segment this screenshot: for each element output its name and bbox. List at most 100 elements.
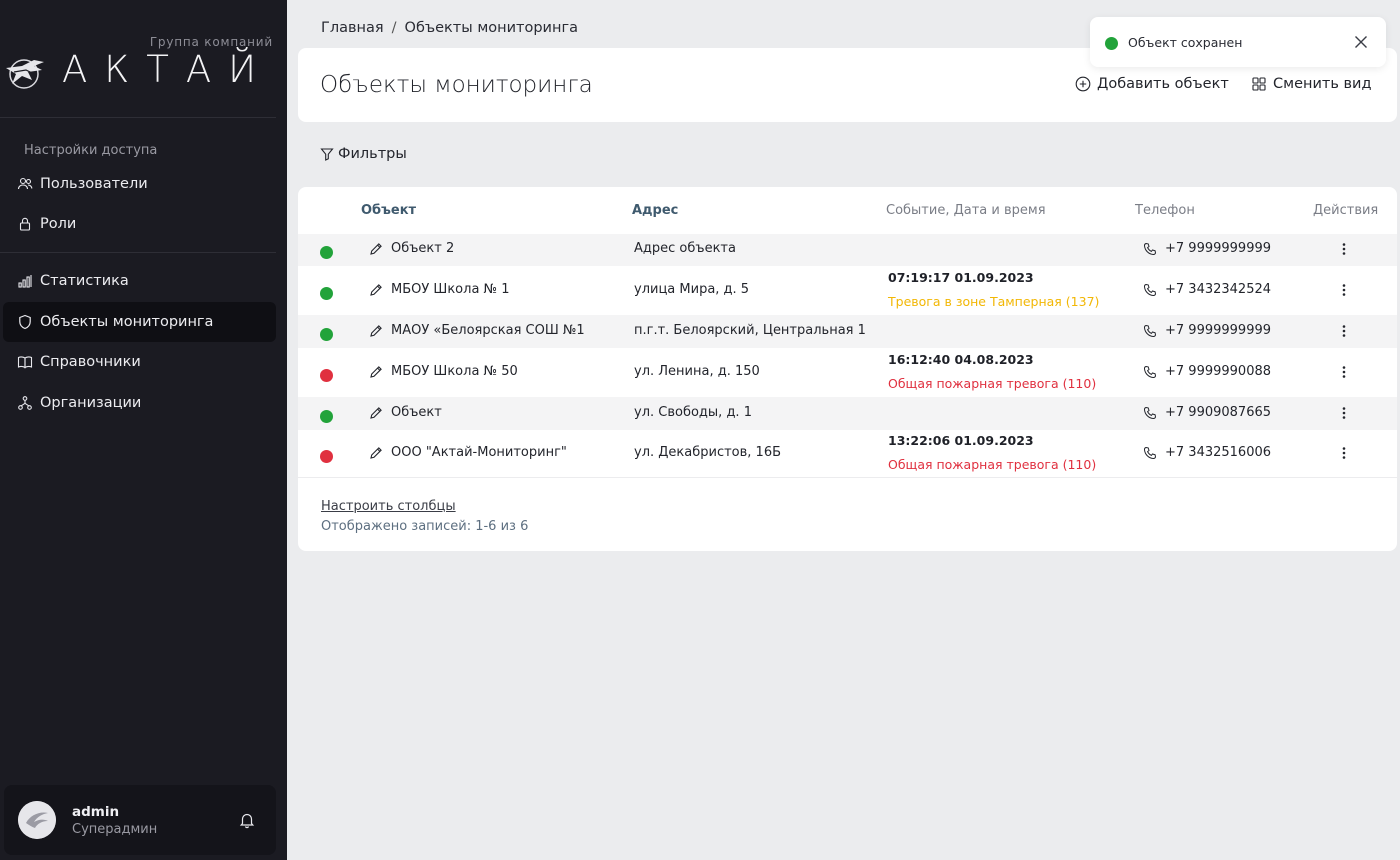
- shield-icon: [19, 314, 31, 330]
- bell-icon[interactable]: [238, 811, 256, 829]
- bar-chart-icon: [18, 275, 32, 288]
- object-name: ООО "Актай-Мониторинг": [391, 444, 567, 460]
- sidebar-item-label: Статистика: [40, 273, 129, 289]
- user-profile[interactable]: admin Суперадмин: [4, 785, 276, 855]
- avatar[interactable]: [18, 801, 56, 839]
- event-description: Общая пожарная тревога (110): [888, 376, 1097, 391]
- breadcrumb-separator: /: [391, 20, 397, 36]
- change-view-button[interactable]: Сменить вид: [1251, 76, 1371, 92]
- filter-icon: [320, 148, 334, 161]
- object-address: ул. Свободы, д. 1: [634, 404, 752, 420]
- eagle-logo-icon: [6, 59, 44, 89]
- table-row[interactable]: ООО "Актай-Мониторинг" ул. Декабристов, 1…: [298, 429, 1397, 478]
- object-name: Объект 2: [391, 241, 455, 256]
- logo-name: АКТАЙ: [62, 48, 274, 91]
- object-address: ул. Ленина, д. 150: [634, 363, 760, 379]
- breadcrumb: Главная / Объекты мониторинга: [321, 20, 578, 36]
- sidebar-item-label: Справочники: [40, 354, 141, 370]
- sidebar-item-statistics[interactable]: Статистика: [3, 261, 276, 301]
- avatar-logo-icon: [18, 801, 56, 839]
- success-status-dot: [1105, 37, 1118, 50]
- phone-icon: [1143, 324, 1157, 337]
- column-header-event[interactable]: Событие, Дата и время: [886, 203, 1046, 218]
- more-actions-icon[interactable]: [1338, 324, 1350, 338]
- object-address: Адрес объекта: [634, 241, 736, 256]
- org-tree-icon: [18, 396, 32, 410]
- status-dot: [320, 409, 333, 423]
- event-description: Общая пожарная тревога (110): [888, 457, 1097, 472]
- sidebar-item-label: Роли: [40, 216, 77, 232]
- sidebar-item-references[interactable]: Справочники: [3, 342, 276, 382]
- more-actions-icon[interactable]: [1338, 406, 1350, 420]
- column-header-address[interactable]: Адрес: [632, 203, 678, 218]
- edit-pencil-icon[interactable]: [369, 283, 383, 297]
- company-logo[interactable]: Группа компаний АКТАЙ: [0, 30, 287, 100]
- breadcrumb-current: Объекты мониторинга: [404, 20, 578, 36]
- column-header-phone[interactable]: Телефон: [1135, 203, 1195, 218]
- user-name: admin: [72, 804, 120, 820]
- more-actions-icon[interactable]: [1338, 242, 1350, 256]
- sidebar-item-label: Пользователи: [40, 176, 148, 192]
- configure-columns-link[interactable]: Настроить столбцы: [321, 499, 456, 514]
- book-icon: [17, 356, 33, 369]
- page-title: Объекты мониторинга: [320, 72, 593, 98]
- event-description: Тревога в зоне Тамперная (137): [888, 294, 1100, 309]
- object-phone: +7 3432342524: [1165, 281, 1272, 297]
- plus-circle-icon: [1075, 76, 1091, 92]
- sidebar-section-title: Настройки доступа: [24, 143, 158, 158]
- object-address: ул. Декабристов, 16Б: [634, 444, 782, 460]
- phone-icon: [1143, 365, 1157, 378]
- object-name: МБОУ Школа № 1: [391, 281, 510, 297]
- status-dot: [320, 286, 333, 300]
- grid-view-icon: [1252, 77, 1266, 91]
- event-datetime: 07:19:17 01.09.2023: [888, 270, 1034, 285]
- object-name: МАОУ «Белоярская СОШ №1: [391, 322, 585, 338]
- object-phone: +7 9999999999: [1165, 322, 1272, 338]
- status-dot: [320, 327, 333, 341]
- status-dot: [320, 246, 333, 259]
- status-dot: [320, 449, 333, 463]
- event-datetime: 13:22:06 01.09.2023: [888, 433, 1034, 448]
- phone-icon: [1143, 283, 1157, 296]
- phone-icon: [1143, 406, 1157, 419]
- table-row[interactable]: МБОУ Школа № 50 ул. Ленина, д. 150 16:12:4…: [298, 348, 1397, 397]
- sidebar-divider: [0, 252, 276, 253]
- table-row[interactable]: Объект 2 Адрес объекта +7 9999999999: [298, 234, 1397, 266]
- records-info: Отображено записей: 1-6 из 6: [321, 519, 529, 534]
- add-object-label: Добавить объект: [1097, 76, 1229, 92]
- column-header-object[interactable]: Объект: [361, 203, 416, 218]
- phone-icon: [1143, 446, 1157, 459]
- logo-subtitle: Группа компаний: [149, 35, 273, 49]
- table-row[interactable]: МАОУ «Белоярская СОШ №1 п.г.т. Белоярский…: [298, 315, 1397, 348]
- objects-table: Объект Адрес Событие, Дата и время Телеф…: [298, 187, 1397, 551]
- object-phone: +7 9999990088: [1165, 363, 1272, 379]
- sidebar-item-monitoring-objects[interactable]: Объекты мониторинга: [3, 302, 276, 342]
- more-actions-icon[interactable]: [1338, 365, 1350, 379]
- table-divider: [298, 477, 1397, 478]
- more-actions-icon[interactable]: [1338, 283, 1350, 297]
- sidebar-item-roles[interactable]: Роли: [3, 204, 276, 244]
- user-role: Суперадмин: [72, 822, 158, 837]
- change-view-label: Сменить вид: [1273, 76, 1372, 92]
- add-object-button[interactable]: Добавить объект: [1075, 76, 1229, 92]
- table-row[interactable]: Объект ул. Свободы, д. 1 +7 9909087665: [298, 397, 1397, 430]
- close-icon[interactable]: [1352, 33, 1370, 51]
- sidebar-item-organizations[interactable]: Организации: [3, 383, 276, 423]
- filters-button[interactable]: Фильтры: [320, 146, 407, 162]
- toast-notification: Объект сохранен: [1090, 17, 1386, 67]
- sidebar-item-users[interactable]: Пользователи: [3, 164, 276, 204]
- edit-pencil-icon[interactable]: [369, 242, 383, 256]
- breadcrumb-home[interactable]: Главная: [321, 20, 384, 36]
- sidebar-item-label: Объекты мониторинга: [40, 314, 214, 330]
- column-header-actions: Действия: [1313, 203, 1379, 218]
- edit-pencil-icon[interactable]: [369, 446, 383, 460]
- edit-pencil-icon[interactable]: [369, 365, 383, 379]
- edit-pencil-icon[interactable]: [369, 324, 383, 338]
- object-phone: +7 3432516006: [1165, 444, 1272, 460]
- table-row[interactable]: МБОУ Школа № 1 улица Мира, д. 5 07:19:17 0…: [298, 266, 1397, 315]
- status-dot: [320, 368, 333, 382]
- more-actions-icon[interactable]: [1338, 446, 1350, 460]
- edit-pencil-icon[interactable]: [369, 406, 383, 420]
- sidebar: Группа компаний АКТАЙ Настройки доступа …: [0, 0, 287, 860]
- object-phone: +7 9999999999: [1165, 241, 1272, 256]
